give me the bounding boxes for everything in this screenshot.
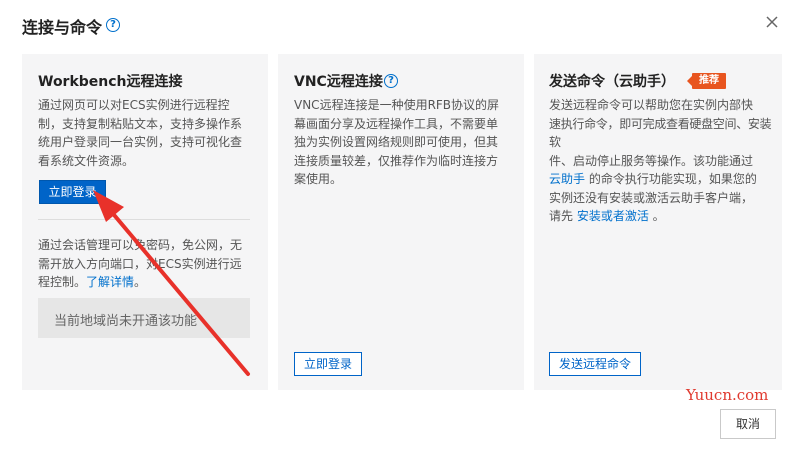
vnc-login-button[interactable]: 立即登录 [294,352,362,376]
dialog-footer [0,390,804,455]
disabled-feature-notice: 当前地域尚未开通该功能 [38,298,250,338]
cloud-assistant-description: 发送远程命令可以帮助您在实例内部快 速执行命令，即可完成查看硬盘空间、安装软 件… [549,98,772,223]
dialog-title: 连接与命令 [22,18,103,37]
send-command-button[interactable]: 发送远程命令 [549,352,641,376]
workbench-title: Workbench远程连接 [38,74,183,90]
recommend-badge: 推荐 [687,73,726,89]
install-activate-link[interactable]: 安装或者激活 [577,209,649,223]
workbench-divider [38,219,250,220]
cloud-assistant-title: 发送命令（云助手） [549,74,675,90]
vnc-help-icon[interactable]: ? [384,74,398,88]
workbench-description: 通过网页可以对ECS实例进行远程控 制，支持复制粘贴文本，支持多操作系 统用户登… [38,98,243,168]
close-icon[interactable] [764,14,780,30]
session-description: 通过会话管理可以免密码，免公网，无 需开放入方向端口，对ECS实例进行远 程控制… [38,238,243,289]
help-icon[interactable]: ? [106,18,120,32]
learn-more-link[interactable]: 了解详情 [86,275,134,289]
cancel-button[interactable]: 取消 [720,409,776,439]
vnc-description: VNC远程连接是一种使用RFB协议的屏 幕画面分享及远程操作工具，不需要单 独为… [294,98,500,186]
vnc-title: VNC远程连接 [294,74,383,90]
dialog-header: 连接与命令 ? [0,0,804,50]
cloud-assistant-link[interactable]: 云助手 [549,172,585,186]
watermark: Yuucn.com [686,386,769,404]
workbench-login-button[interactable]: 立即登录 [39,180,106,204]
